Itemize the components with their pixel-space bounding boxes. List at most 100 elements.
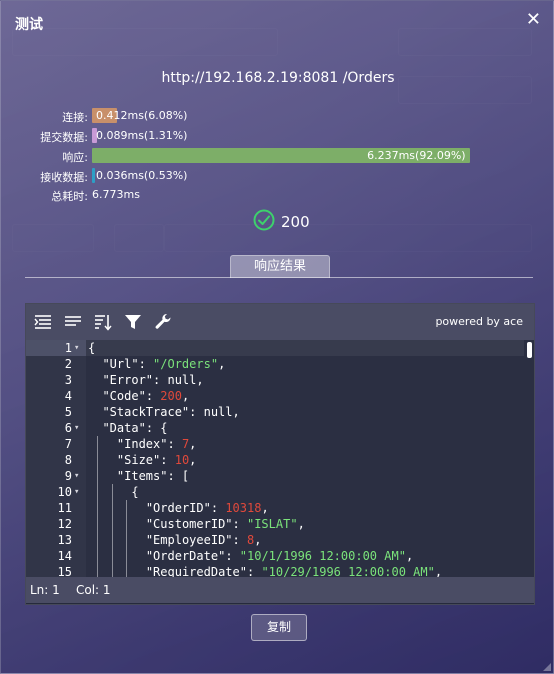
code-line: 5 "StackTrace": null, [26, 404, 524, 420]
code-text: "Data": { [102, 420, 167, 436]
code-line: 14 "OrderDate": "10/1/1996 12:00:00 AM", [26, 548, 524, 564]
code-text: "CustomerID": "ISLAT", [146, 516, 305, 532]
compact-icon[interactable] [64, 313, 82, 331]
line-number: 13 [57, 533, 72, 547]
code-token: "OrderDate" [145, 549, 226, 563]
code-token: "RequiredDate" [145, 565, 247, 577]
code-token: , [189, 453, 197, 467]
code-text: "OrderDate": "10/1/1996 12:00:00 AM", [146, 548, 413, 564]
indent-guide [111, 500, 113, 516]
indent-guide [97, 484, 99, 500]
code-token: "Index" [116, 437, 168, 451]
code-token: : [246, 565, 262, 577]
indent-guide [97, 500, 99, 516]
indent-guide [97, 516, 99, 532]
code-token: 10318 [225, 501, 262, 515]
indent-guide [111, 564, 113, 577]
indent-guide [126, 564, 128, 577]
code-text: "Items": [ [117, 468, 189, 484]
cursor-column: Col: 1 [76, 583, 111, 597]
code-token: : [ [167, 469, 190, 483]
fold-toggle-icon[interactable]: ▾ [74, 484, 79, 500]
code-line: 1 ▾{ [26, 340, 524, 356]
code-token: "Error" [102, 373, 154, 387]
indent-guide [97, 468, 99, 484]
powered-by-label: powered by ace [435, 315, 523, 328]
code-token: , [434, 565, 443, 577]
line-number: 4 [64, 389, 72, 403]
line-number: 7 [64, 437, 72, 451]
filter-icon[interactable] [124, 313, 142, 331]
code-token: "EmployeeID" [145, 533, 233, 547]
indent-guide [97, 532, 99, 548]
fold-toggle-icon[interactable]: ▾ [74, 340, 79, 356]
code-token: { [88, 341, 96, 355]
scrollbar-thumb[interactable] [527, 342, 532, 358]
response-editor[interactable]: powered by ace 1 ▾{2 "Url": "/Orders", 3 "Er… [25, 303, 535, 605]
request-url: http://192.168.2.19:8081 /Orders [161, 70, 395, 86]
editor-statusbar: Ln: 1 Col: 1 [26, 577, 534, 603]
timing-label: 响应: [62, 151, 88, 164]
line-number: 8 [64, 453, 72, 467]
code-token: "10/29/1996 12:00:00 AM" [261, 565, 435, 577]
wrench-icon[interactable] [154, 313, 172, 331]
timing-label: 提交数据: [40, 131, 88, 144]
code-line: 10 ▾{ [26, 484, 524, 500]
indent-guide [97, 548, 99, 564]
code-text: "Code": 200, [102, 388, 189, 404]
code-token: "ISLAT" [246, 517, 298, 531]
tab-response-result[interactable]: 响应结果 [230, 255, 330, 278]
timing-value: 0.412ms(6.08%) [96, 109, 188, 122]
code-token: "StackTrace" [102, 405, 190, 419]
indent-guide [126, 548, 128, 564]
code-area[interactable]: 1 ▾{2 "Url": "/Orders", 3 "Error": null, 4 "Co… [26, 340, 534, 577]
code-line: 6 ▾ "Data": { [26, 420, 524, 436]
code-token: , [297, 517, 305, 531]
indent-guide [126, 500, 128, 516]
total-time-label: 总耗时: [51, 190, 88, 203]
code-token: "/Orders" [153, 357, 219, 371]
indent-guide [126, 516, 128, 532]
timing-value: 0.089ms(1.31%) [96, 129, 188, 142]
code-token: : [232, 517, 247, 531]
code-token: , [405, 549, 414, 563]
fold-toggle-icon[interactable]: ▾ [74, 420, 79, 436]
sort-icon[interactable] [94, 313, 112, 331]
code-token: : [167, 437, 182, 451]
code-token: 10 [174, 453, 190, 467]
indent-guide [111, 484, 113, 500]
indent-guide [126, 532, 128, 548]
code-token: , [189, 437, 197, 451]
timing-label: 接收数据: [40, 171, 88, 184]
total-time-value: 6.773ms [92, 188, 140, 201]
code-line: 12 "CustomerID": "ISLAT", [26, 516, 524, 532]
tab-divider [25, 277, 533, 278]
code-token: 200 [160, 389, 182, 403]
code-line: 2 "Url": "/Orders", [26, 356, 524, 372]
code-text: "RequiredDate": "10/29/1996 12:00:00 AM"… [146, 564, 442, 577]
code-text: "Index": 7, [117, 436, 197, 452]
code-token: "Code" [102, 389, 146, 403]
code-line: 13 "EmployeeID": 8, [26, 532, 524, 548]
copy-button[interactable]: 复制 [251, 614, 307, 641]
format-icon[interactable] [34, 313, 52, 331]
code-token: : { [145, 421, 168, 435]
dialog-title: 测试 [15, 17, 43, 33]
fold-toggle-icon[interactable]: ▾ [74, 468, 79, 484]
code-token: "10/1/1996 12:00:00 AM" [239, 549, 406, 563]
code-text: "OrderID": 10318, [146, 500, 269, 516]
code-line: 11 "OrderID": 10318, [26, 500, 524, 516]
code-token: "Url" [102, 357, 139, 371]
code-token: : [232, 533, 247, 547]
indent-guide [97, 452, 99, 468]
line-number: 11 [57, 501, 72, 515]
cursor-line: Ln: 1 [30, 583, 60, 597]
code-line: 15 "RequiredDate": "10/29/1996 12:00:00 A… [26, 564, 524, 577]
timing-label: 连接: [62, 111, 88, 124]
close-icon[interactable]: ✕ [526, 10, 541, 30]
code-line: 7 "Index": 7, [26, 436, 524, 452]
code-token: : [160, 453, 175, 467]
resize-handle-icon[interactable] [543, 663, 551, 671]
code-token: , [218, 357, 226, 371]
code-text: { [131, 484, 138, 500]
